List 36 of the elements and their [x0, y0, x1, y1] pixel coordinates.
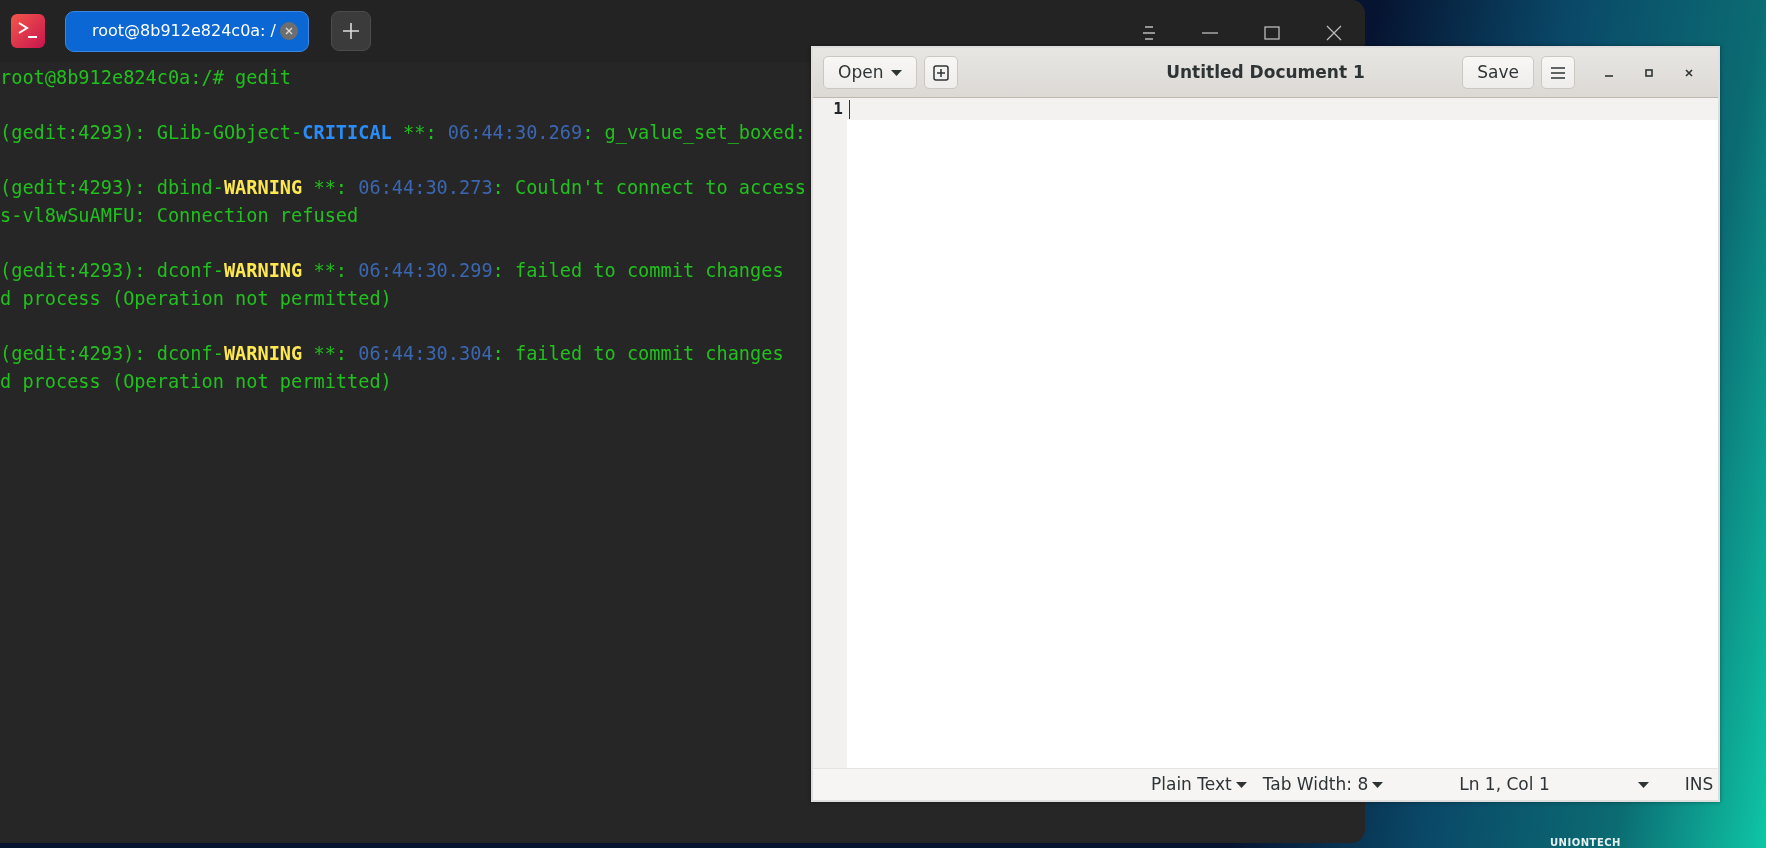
menu-icon[interactable]: [1142, 25, 1156, 41]
terminal-app-icon[interactable]: [11, 14, 45, 48]
caret-icon: [1637, 781, 1649, 788]
maximize-icon[interactable]: [1264, 26, 1280, 40]
insert-mode-label: INS: [1684, 772, 1714, 796]
new-tab-button[interactable]: [331, 11, 371, 51]
save-button[interactable]: Save: [1462, 56, 1534, 89]
window-title: Untitled Document 1: [1166, 60, 1365, 84]
terminal-line: d process (Operation not permitted): [0, 286, 393, 311]
plus-icon: [933, 64, 950, 81]
terminal-line: (gedit:4293): dconf-WARNING **: 06:44:30.304: failed to commit changes: [0, 341, 785, 366]
language-dropdown[interactable]: Plain Text: [1151, 771, 1247, 798]
plus-icon: [342, 22, 360, 40]
minimize-icon[interactable]: [1202, 31, 1218, 35]
terminal-line: root@8b912e824c0a:/# gedit: [0, 66, 293, 90]
caret-icon: [1372, 781, 1384, 788]
cursor-position-dropdown[interactable]: Ln 1, Col 1: [1459, 771, 1649, 798]
close-icon[interactable]: [280, 22, 298, 40]
caret-icon: [891, 69, 903, 76]
terminal-line: d process (Operation not permitted): [0, 369, 393, 394]
desktop-logo-text: UNIONTECH: [1550, 836, 1621, 848]
terminal-line: (gedit:4293): dconf-WARNING **: 06:44:30.299: failed to commit changes: [0, 259, 785, 284]
open-button[interactable]: Open: [823, 56, 918, 89]
close-icon[interactable]: [1684, 67, 1694, 78]
text-cursor: [849, 99, 850, 119]
terminal-tab[interactable]: root@8b912e824c0a: /: [65, 10, 309, 52]
menu-button[interactable]: [1541, 56, 1575, 89]
close-icon[interactable]: [1326, 25, 1342, 41]
line-number: 1: [832, 98, 843, 120]
tab-width-dropdown[interactable]: Tab Width: 8: [1262, 771, 1384, 798]
terminal-line: (gedit:4293): dbind-WARNING **: 06:44:30.273: Couldn't connect to access: [0, 176, 805, 201]
caret-icon: [1235, 781, 1247, 788]
terminal-line: (gedit:4293): GLib-GObject-CRITICAL **: 06:44:30.269: g_value_set_boxed:: [0, 121, 805, 146]
menu-icon: [1550, 65, 1566, 80]
terminal-line: s-vl8wSuAMFU: Connection refused: [0, 203, 360, 228]
maximize-icon[interactable]: [1644, 67, 1654, 78]
